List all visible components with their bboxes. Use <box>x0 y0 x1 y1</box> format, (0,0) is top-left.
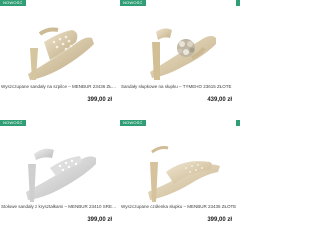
product-price: 399,00 zł <box>207 217 232 223</box>
new-badge: NOWOŚĆ <box>120 120 146 126</box>
product-name[interactable]: Wyszczupane sandały na szpilce – MENBUR … <box>1 84 117 89</box>
new-badge: NOWOŚĆ <box>120 0 146 6</box>
product-name[interactable]: Wyszczupane czółenka słupku – MENBUR 234… <box>121 204 237 209</box>
product-card[interactable]: NOWOŚĆ <box>0 0 118 120</box>
new-badge: NOWOŚĆ <box>0 0 26 6</box>
partial-new-badge <box>236 120 240 126</box>
product-card[interactable]: NOWOŚĆ <box>120 0 238 120</box>
new-badge: NOWOŚĆ <box>0 120 26 126</box>
product-card[interactable]: NOWOŚĆ Wyszczupane czółenka słupku – MEN… <box>120 120 238 240</box>
product-price: 439,00 zł <box>207 97 232 103</box>
product-grid: NOWOŚĆ Wyszczupane sandały na szpilce – … <box>0 0 240 240</box>
product-price: 399,00 zł <box>87 97 112 103</box>
product-card[interactable]: NOWOŚĆ Stołowe sandały z kryształkami – … <box>0 120 118 240</box>
product-name[interactable]: Sandały słupkowe na słupku – TYMEHO 2361… <box>121 84 237 89</box>
partial-new-badge <box>236 0 240 6</box>
product-price: 399,00 zł <box>87 217 112 223</box>
product-name[interactable]: Stołowe sandały z kryształkami – MENBUR … <box>1 204 117 209</box>
